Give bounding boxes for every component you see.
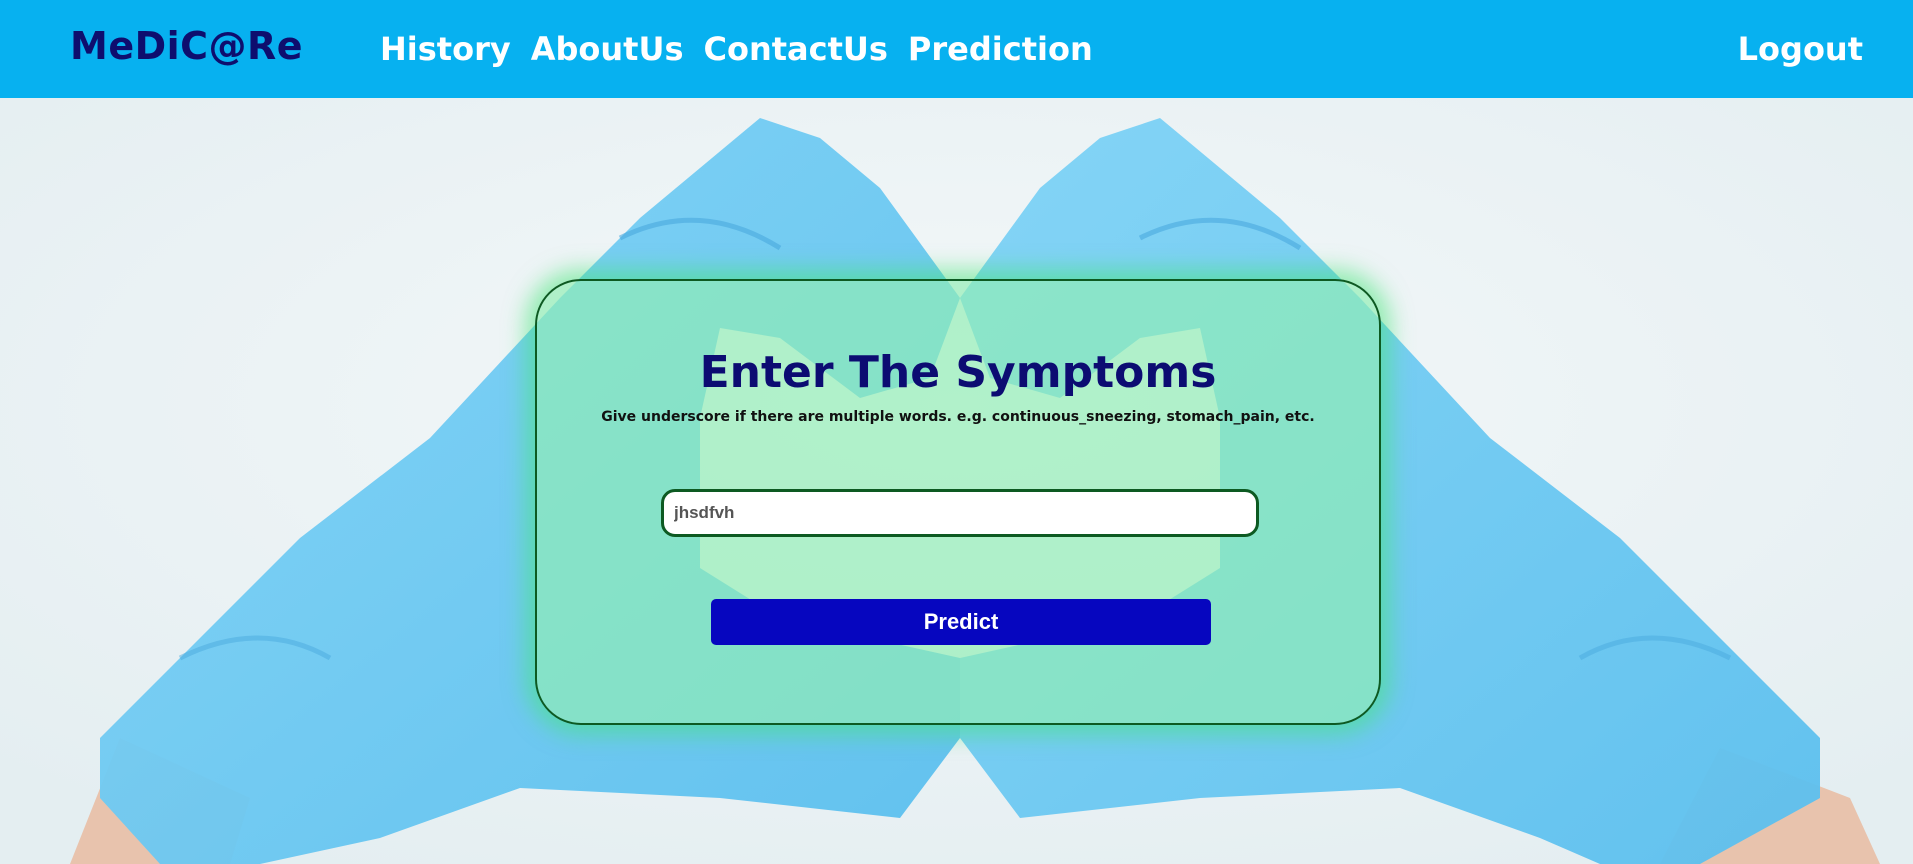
form-hint: Give underscore if there are multiple wo… (601, 409, 1315, 425)
brand-logo[interactable]: MeDiC@Re (70, 24, 303, 68)
nav-link-contact-us[interactable]: ContactUs (703, 30, 887, 68)
logout-link[interactable]: Logout (1738, 30, 1863, 68)
page: MeDiC@Re History AboutUs ContactUs Predi… (0, 0, 1913, 864)
form-title: Enter The Symptoms (699, 347, 1217, 398)
top-navbar: MeDiC@Re History AboutUs ContactUs Predi… (0, 0, 1913, 98)
nav-link-about-us[interactable]: AboutUs (531, 30, 684, 68)
predict-button[interactable]: Predict (711, 599, 1211, 645)
nav-links: History AboutUs ContactUs Prediction (380, 30, 1093, 68)
nav-link-history[interactable]: History (380, 30, 511, 68)
symptom-form-card: Enter The Symptoms Give underscore if th… (535, 279, 1381, 725)
nav-link-prediction[interactable]: Prediction (908, 30, 1093, 68)
symptom-input[interactable] (661, 489, 1259, 537)
